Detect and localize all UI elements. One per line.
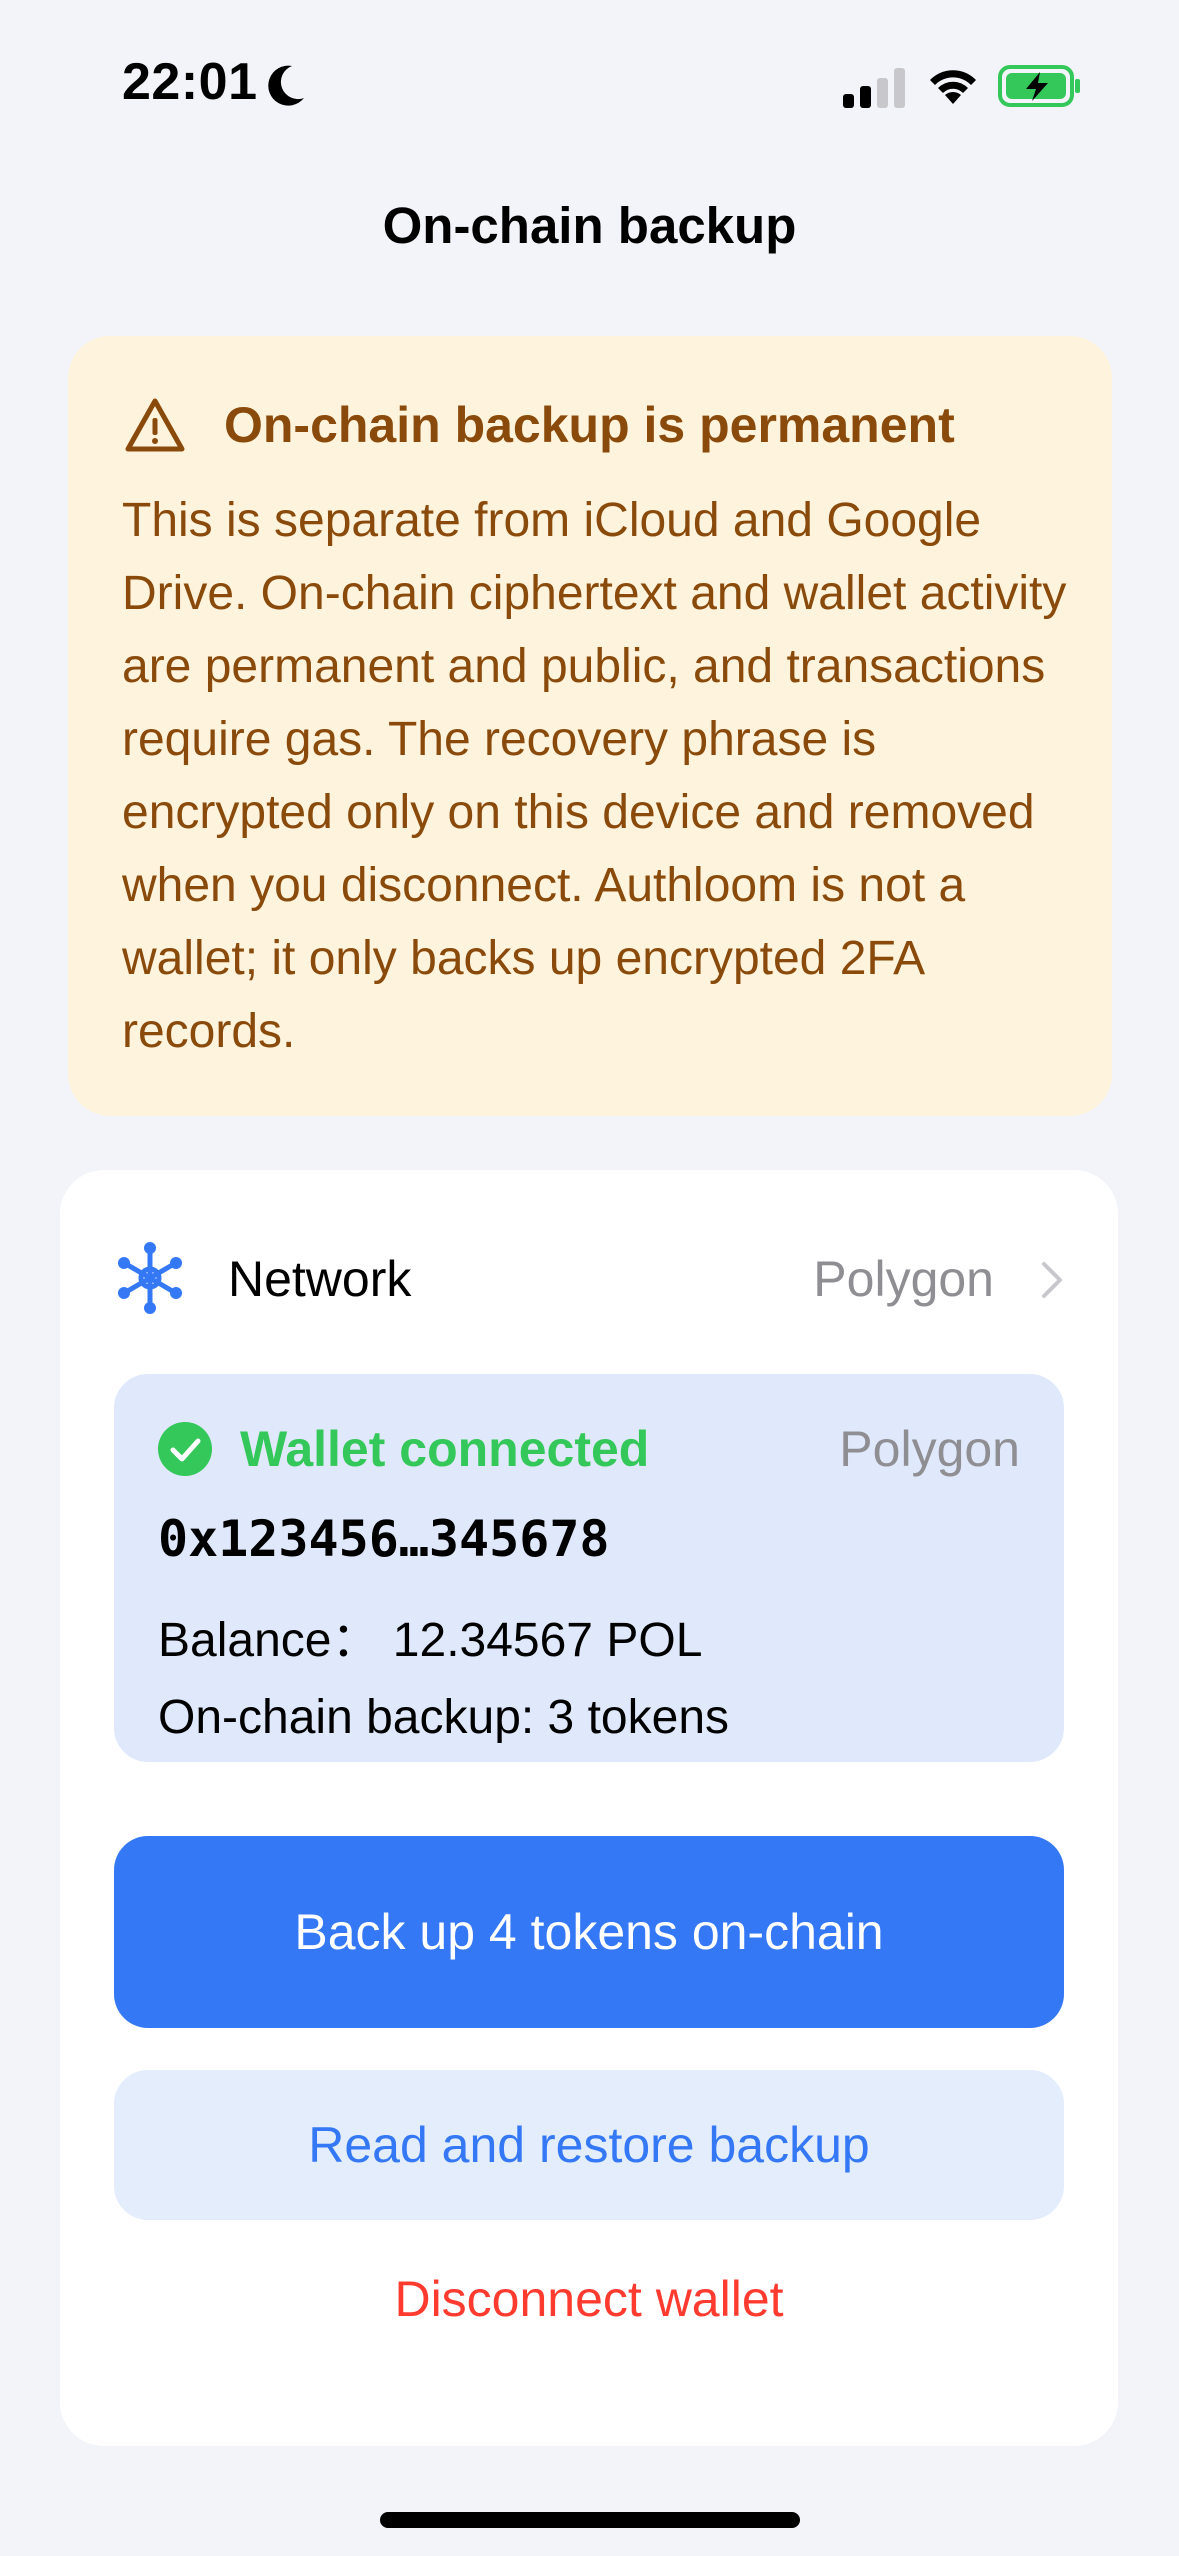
wallet-status-panel: Wallet connected Polygon 0x123456…345678… xyxy=(114,1374,1064,1762)
warning-title: On-chain backup is permanent xyxy=(224,397,955,453)
onchain-backup-count: On-chain backup: 3 tokens xyxy=(158,1691,730,1744)
disconnect-wallet-button[interactable]: Disconnect wallet xyxy=(60,2270,1118,2328)
wallet-address: 0x123456…345678 xyxy=(158,1510,610,1568)
network-label: Network xyxy=(228,1251,412,1307)
status-time: 22:01 xyxy=(122,53,258,111)
status-bar: 22:01 xyxy=(0,0,1179,170)
chevron-right-icon xyxy=(1042,1262,1062,1298)
wifi-icon xyxy=(930,70,976,104)
wallet-balance: Balance： 12.34567 POL xyxy=(158,1614,703,1667)
restore-backup-button[interactable]: Read and restore backup xyxy=(114,2070,1064,2220)
warning-triangle-icon xyxy=(125,398,185,452)
home-indicator[interactable] xyxy=(380,2512,800,2528)
network-value: Polygon xyxy=(813,1251,994,1307)
wallet-network-label: Polygon xyxy=(839,1421,1020,1477)
wallet-status-label: Wallet connected xyxy=(240,1421,650,1477)
screen: 22:01 On-chain backup On-chain backup is… xyxy=(0,0,1179,2556)
backup-onchain-button[interactable]: Back up 4 tokens on-chain xyxy=(114,1836,1064,2028)
battery-charging-icon xyxy=(998,65,1080,107)
warning-card: On-chain backup is permanent This is sep… xyxy=(68,336,1112,1116)
moon-icon xyxy=(268,65,304,106)
page-title: On-chain backup xyxy=(382,197,797,254)
network-nodes-icon xyxy=(118,1242,182,1314)
warning-body: This is separate from iCloud and Google … xyxy=(122,494,1067,1058)
wallet-card: Network Polygon Wallet connected Polygon… xyxy=(60,1170,1118,2446)
checkmark-circle-icon xyxy=(158,1422,212,1476)
network-row[interactable]: Network Polygon xyxy=(60,1170,1118,1380)
cellular-signal-icon xyxy=(843,68,905,108)
